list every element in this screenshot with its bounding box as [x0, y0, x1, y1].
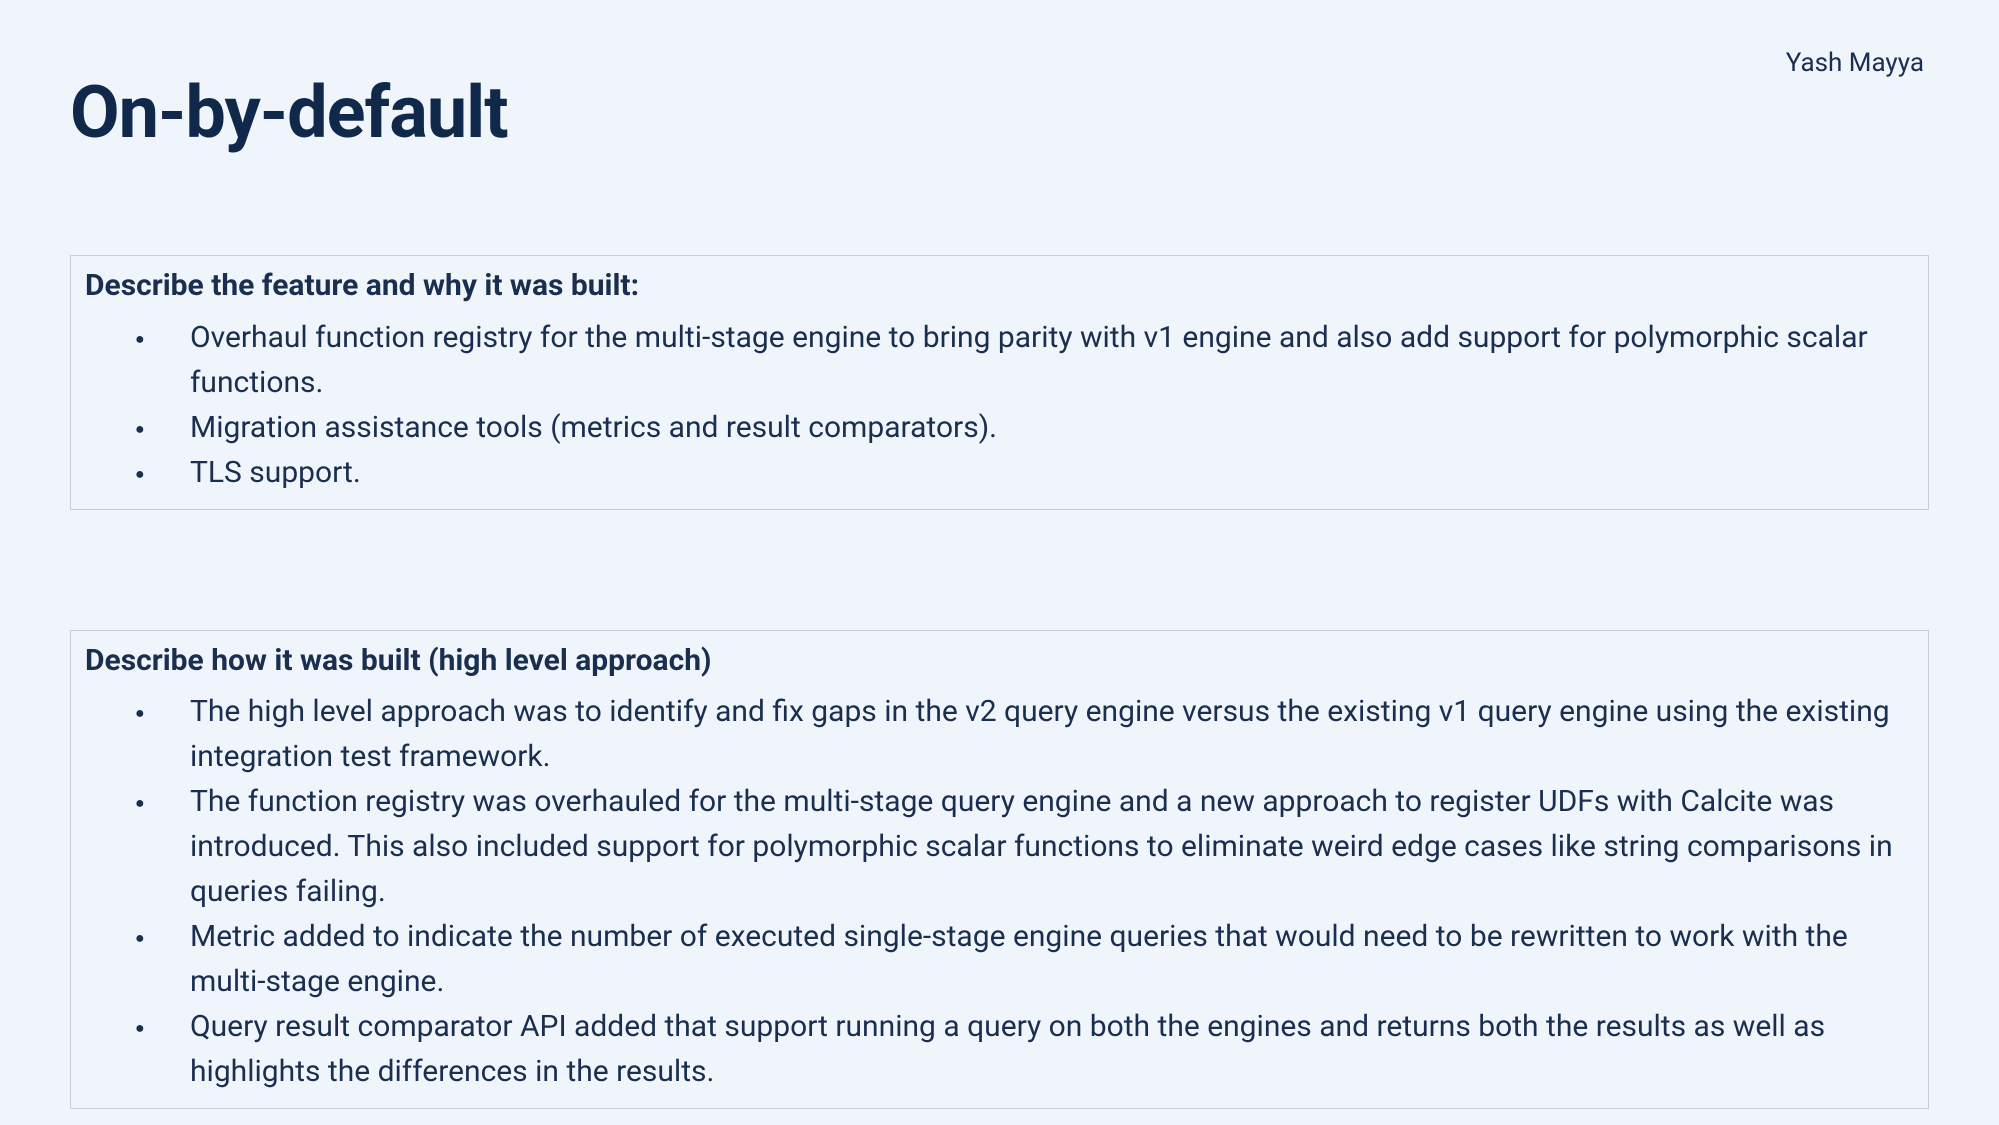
bullet-item: The high level approach was to identify … — [85, 689, 1914, 779]
bullet-item: Overhaul function registry for the multi… — [85, 315, 1914, 405]
section-heading: Describe how it was built (high level ap… — [85, 641, 1914, 682]
bullet-item: Metric added to indicate the number of e… — [85, 914, 1914, 1004]
slide-container: Yash Mayya On-by-default Describe the fe… — [0, 0, 1999, 1125]
author-name: Yash Mayya — [1786, 48, 1924, 78]
bullet-item: Query result comparator API added that s… — [85, 1004, 1914, 1094]
bullet-item: TLS support. — [85, 450, 1914, 495]
section-feature-why: Describe the feature and why it was buil… — [70, 255, 1929, 510]
section-heading: Describe the feature and why it was buil… — [85, 266, 1914, 307]
bullet-item: Migration assistance tools (metrics and … — [85, 405, 1914, 450]
bullet-list: Overhaul function registry for the multi… — [85, 315, 1914, 495]
slide-title: On-by-default — [70, 70, 1929, 155]
bullet-list: The high level approach was to identify … — [85, 689, 1914, 1094]
bullet-item: The function registry was overhauled for… — [85, 779, 1914, 914]
section-how-built: Describe how it was built (high level ap… — [70, 630, 1929, 1110]
